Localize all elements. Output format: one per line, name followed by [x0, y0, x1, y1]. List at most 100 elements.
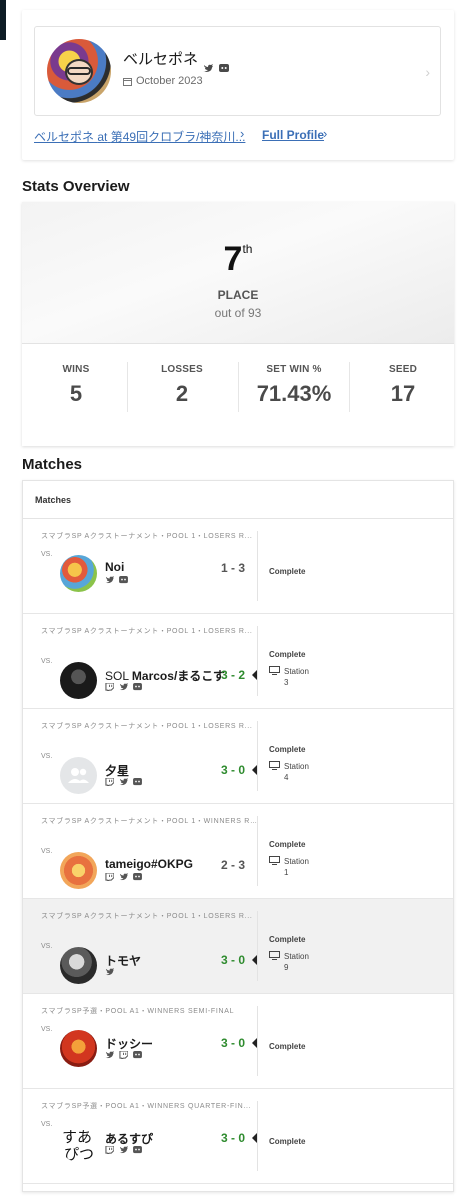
discord-icon[interactable] — [219, 64, 229, 73]
opponent-avatar — [60, 947, 97, 984]
opponent-avatar: すあ ぴつ — [60, 1125, 97, 1162]
player-name: ベルセポネ — [123, 51, 199, 68]
match-round: スマブラSP Aクラストーナメント・POOL 1・WINNERS R... — [41, 818, 257, 825]
discord-icon[interactable] — [133, 1146, 142, 1154]
placement-label: PLACE — [217, 288, 259, 302]
match-status: Complete — [269, 840, 306, 849]
discord-icon[interactable] — [133, 873, 142, 881]
opponent-name[interactable]: あるすぴ — [105, 1130, 153, 1147]
opponent-name[interactable]: 夕星 — [105, 762, 129, 779]
match-round: スマブラSP Aクラストーナメント・POOL 1・LOSERS R... — [41, 628, 253, 635]
opponent-name[interactable]: トモヤ — [105, 952, 141, 969]
matches-card: Matches スマブラSP Aクラストーナメント・POOL 1・LOSERS … — [22, 480, 454, 1192]
discord-icon[interactable] — [119, 576, 128, 584]
divider — [257, 1006, 258, 1076]
twitch-icon[interactable] — [105, 683, 114, 691]
opponent-social-icons — [105, 576, 128, 584]
match-score: 3 - 0 — [221, 953, 246, 967]
monitor-icon — [269, 666, 280, 688]
match-round: スマブラSP Aクラストーナメント・POOL 1・LOSERS R... — [41, 913, 253, 920]
twitch-icon[interactable] — [105, 778, 114, 786]
twitter-icon[interactable] — [119, 778, 128, 786]
vs-label: VS. — [41, 1121, 53, 1128]
twitch-icon[interactable] — [105, 1146, 114, 1154]
svg-text:すあ: すあ — [62, 1128, 92, 1146]
stat-seed: SEED 17 — [388, 364, 418, 406]
stat-losses: LOSSES 2 — [161, 364, 203, 406]
page: ベルセポネ October 2023 › ベルセポネ at 第49回クロブラ/神… — [22, 10, 454, 1192]
twitter-icon[interactable] — [105, 968, 114, 976]
discord-icon[interactable] — [133, 1051, 142, 1059]
match-round: スマブラSP Aクラストーナメント・POOL 1・LOSERS R... — [41, 533, 253, 540]
avatar — [47, 39, 111, 103]
opponent-name[interactable]: Noi — [105, 560, 124, 574]
match-status: Complete — [269, 1137, 306, 1146]
chevron-right-icon: › — [323, 126, 328, 141]
twitter-icon[interactable] — [105, 576, 114, 584]
divider — [257, 911, 258, 981]
twitch-icon[interactable] — [105, 873, 114, 881]
opponent-name[interactable]: SOL Marcos/まるこす — [105, 667, 225, 684]
match-row[interactable]: スマブラSP Aクラストーナメント・POOL 1・LOSERS R... VS.… — [23, 519, 453, 614]
twitter-icon[interactable] — [119, 873, 128, 881]
match-status: Complete — [269, 650, 306, 659]
match-station: Station 3 — [269, 666, 309, 688]
match-status: Complete — [269, 1042, 306, 1051]
match-station: Station 4 — [269, 761, 309, 783]
discord-icon[interactable] — [133, 683, 142, 691]
stat-set-win: SET WIN % 71.43% — [256, 364, 332, 406]
twitter-icon[interactable] — [105, 1051, 114, 1059]
chevron-right-icon: › — [240, 126, 245, 141]
stats-card: 7th PLACE out of 93 WINS 5 LOSSES 2 SET … — [22, 202, 454, 446]
twitter-icon[interactable] — [203, 64, 213, 73]
divider — [257, 816, 258, 886]
match-row[interactable]: スマブラSP予選・POOL A1・WINNERS QUARTER-FIN... … — [23, 1089, 453, 1184]
match-station: Station 1 — [269, 856, 309, 878]
opponent-avatar — [60, 757, 97, 794]
stat-wins: WINS 5 — [62, 364, 90, 406]
opponent-name[interactable]: ドッシー — [105, 1035, 153, 1052]
twitter-icon[interactable] — [119, 683, 128, 691]
twitch-icon[interactable] — [119, 1051, 128, 1059]
match-row[interactable]: スマブラSP Aクラストーナメント・POOL 1・LOSERS R... VS.… — [23, 709, 453, 804]
social-icons — [203, 64, 229, 73]
divider — [257, 531, 258, 601]
match-row[interactable]: スマブラSP Aクラストーナメント・POOL 1・LOSERS R... VS.… — [23, 899, 453, 994]
vs-label: VS. — [41, 848, 53, 855]
twitter-icon[interactable] — [119, 1146, 128, 1154]
opponent-avatar — [60, 1030, 97, 1067]
match-score: 3 - 0 — [221, 763, 246, 777]
divider — [257, 721, 258, 791]
match-station: Station 9 — [269, 951, 309, 973]
vs-label: VS. — [41, 551, 53, 558]
profile-card: ベルセポネ October 2023 › ベルセポネ at 第49回クロブラ/神… — [22, 10, 454, 160]
discord-icon[interactable] — [133, 778, 142, 786]
match-score: 2 - 3 — [221, 858, 246, 872]
match-round: スマブラSP予選・POOL A1・WINNERS QUARTER-FIN... — [41, 1103, 252, 1110]
match-score: 3 - 0 — [221, 1131, 246, 1145]
vs-label: VS. — [41, 658, 53, 665]
divider — [257, 626, 258, 696]
match-status: Complete — [269, 745, 306, 754]
vs-label: VS. — [41, 753, 53, 760]
match-status: Complete — [269, 935, 306, 944]
vs-label: VS. — [41, 1026, 53, 1033]
match-row[interactable]: スマブラSP Aクラストーナメント・POOL 1・LOSERS R... VS.… — [23, 614, 453, 709]
match-row[interactable]: スマブラSP予選・POOL A1・WINNERS SEMI-FINAL VS. … — [23, 994, 453, 1089]
match-row[interactable]: スマブラSP Aクラストーナメント・POOL 1・WINNERS R... VS… — [23, 804, 453, 899]
divider — [257, 1101, 258, 1171]
match-score: 3 - 2 — [221, 668, 246, 682]
opponent-social-icons — [105, 683, 142, 691]
monitor-icon — [269, 856, 280, 878]
opponent-avatar — [60, 662, 97, 699]
tournament-link[interactable]: ベルセポネ at 第49回クロブラ/神奈川... — [34, 128, 245, 145]
opponent-avatar — [60, 555, 97, 592]
opponent-social-icons — [105, 1051, 142, 1059]
profile-summary[interactable]: ベルセポネ October 2023 › — [34, 26, 441, 116]
vs-label: VS. — [41, 943, 53, 950]
join-date: October 2023 — [123, 75, 203, 87]
placement-panel: 7th PLACE out of 93 — [22, 202, 454, 344]
full-profile-link[interactable]: Full Profile — [262, 128, 324, 142]
opponent-name[interactable]: tameigo#OKPG — [105, 857, 193, 871]
matches-section-title: Matches — [22, 456, 83, 473]
